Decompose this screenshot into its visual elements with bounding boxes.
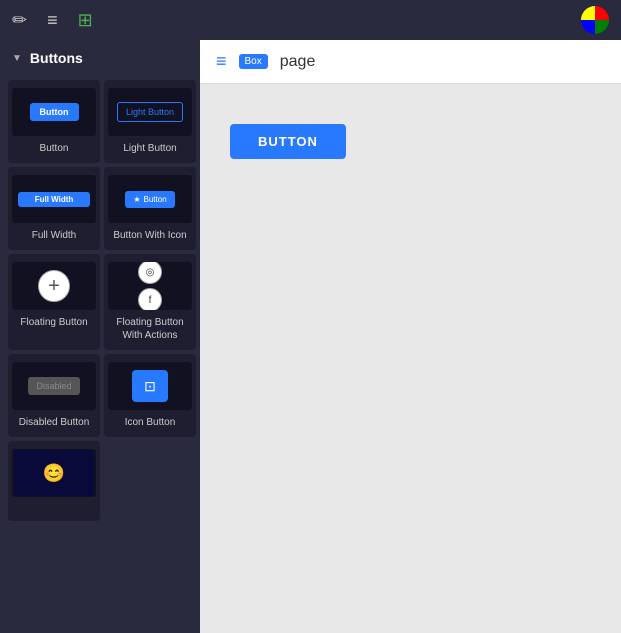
sidebar: ▼ Buttons Button Button Light Button Lig… xyxy=(0,40,200,633)
component-floating-button[interactable]: + Floating Button xyxy=(8,254,100,350)
button-with-icon-inner: ★ Button xyxy=(125,191,174,208)
top-toolbar: ✏ ≡ ⊞ xyxy=(0,0,621,40)
canvas-button[interactable]: BUTTON xyxy=(230,124,346,159)
icon-btn-inner: ⊡ xyxy=(132,370,168,402)
light-button-preview-inner: Light Button xyxy=(117,102,183,122)
avatar[interactable] xyxy=(581,6,609,34)
component-full-width[interactable]: Full Width Full Width xyxy=(8,167,100,250)
grid-icon[interactable]: ⊞ xyxy=(78,10,93,31)
floating-btn-circle: + xyxy=(38,270,70,302)
monitor-icon: ⊡ xyxy=(144,378,156,395)
floating-button-preview: + xyxy=(12,262,96,310)
box-badge: Box xyxy=(239,54,268,69)
chevron-down-icon: ▼ xyxy=(12,53,22,64)
custom-preview: 😊 xyxy=(12,449,96,497)
disabled-button-label: Disabled Button xyxy=(19,416,90,429)
button-label: Button xyxy=(40,142,69,155)
light-button-preview: Light Button xyxy=(108,88,192,136)
component-button-with-icon[interactable]: ★ Button Button With Icon xyxy=(104,167,196,250)
full-width-preview-inner: Full Width xyxy=(18,192,90,207)
component-disabled-button[interactable]: Disabled Disabled Button xyxy=(8,354,100,437)
sidebar-section-label: Buttons xyxy=(30,50,83,66)
full-width-label: Full Width xyxy=(32,229,76,242)
button-with-icon-preview: ★ Button xyxy=(108,175,192,223)
components-grid: Button Button Light Button Light Button … xyxy=(0,76,200,525)
component-custom[interactable]: 😊 xyxy=(8,441,100,521)
component-floating-button-actions[interactable]: ⤴ ◎ f ⚙ Floating Button With Actions xyxy=(104,254,196,350)
floating-button-label: Floating Button xyxy=(20,316,87,329)
component-button[interactable]: Button Button xyxy=(8,80,100,163)
page-header: ≡ Box page xyxy=(200,40,621,84)
canvas: BUTTON xyxy=(200,84,621,633)
component-light-button[interactable]: Light Button Light Button xyxy=(104,80,196,163)
location-action-icon: ◎ xyxy=(138,262,162,284)
main-layout: ▼ Buttons Button Button Light Button Lig… xyxy=(0,40,621,633)
menu-icon[interactable]: ≡ xyxy=(47,10,58,31)
button-with-icon-label: Button With Icon xyxy=(113,229,186,242)
button-preview: Button xyxy=(12,88,96,136)
floating-actions-label: Floating Button With Actions xyxy=(108,316,192,342)
hamburger-icon[interactable]: ≡ xyxy=(216,51,227,72)
button-preview-inner: Button xyxy=(30,103,79,121)
star-icon: ★ xyxy=(133,195,140,204)
content-area: ≡ Box page BUTTON xyxy=(200,40,621,633)
disabled-button-preview: Disabled xyxy=(12,362,96,410)
disabled-btn-inner: Disabled xyxy=(28,377,79,395)
component-icon-button[interactable]: ⊡ Icon Button xyxy=(104,354,196,437)
page-title: page xyxy=(280,53,316,71)
sidebar-buttons-section[interactable]: ▼ Buttons xyxy=(0,40,200,76)
icon-button-preview: ⊡ xyxy=(108,362,192,410)
icon-button-label: Icon Button xyxy=(125,416,176,429)
face-icon: 😊 xyxy=(43,463,65,484)
floating-actions-stack: ⤴ ◎ f ⚙ xyxy=(138,262,162,310)
full-width-preview: Full Width xyxy=(12,175,96,223)
facebook-action-icon: f xyxy=(138,288,162,310)
light-button-label: Light Button xyxy=(123,142,176,155)
floating-actions-preview: ⤴ ◎ f ⚙ xyxy=(108,262,192,310)
pencil-icon[interactable]: ✏ xyxy=(12,10,27,31)
custom-inner: 😊 xyxy=(14,450,94,496)
